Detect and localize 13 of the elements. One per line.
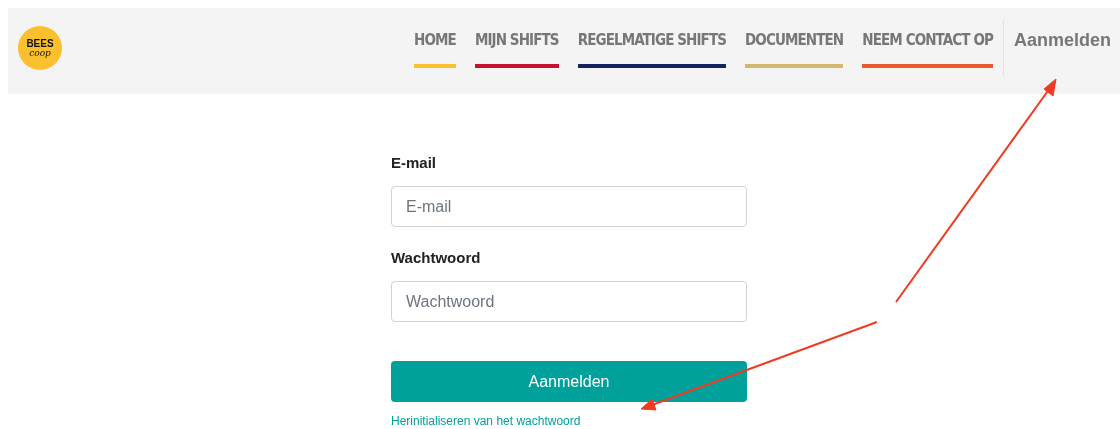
logo[interactable]: BEES coop — [18, 26, 62, 70]
field-label: E-mail — [391, 154, 437, 172]
input-field[interactable]: Wachtwoord — [391, 281, 747, 322]
login-button[interactable]: Aanmelden — [391, 361, 747, 402]
nav-link[interactable]: MIJN SHIFTS — [474, 28, 559, 68]
nav-link[interactable]: NEEM CONTACT OP — [862, 28, 993, 68]
nav-link[interactable]: DOCUMENTEN — [745, 28, 844, 68]
field-label: Wachtwoord — [391, 249, 482, 267]
input-field[interactable]: E-mail — [391, 186, 747, 227]
nav-link[interactable]: REGELMATIGE SHIFTS — [577, 28, 727, 68]
login-link[interactable]: Aanmelden — [1013, 28, 1111, 52]
nav-link[interactable]: HOME — [414, 28, 456, 68]
reset-password-link[interactable]: Herinitialiseren van het wachtwoord — [391, 414, 581, 428]
